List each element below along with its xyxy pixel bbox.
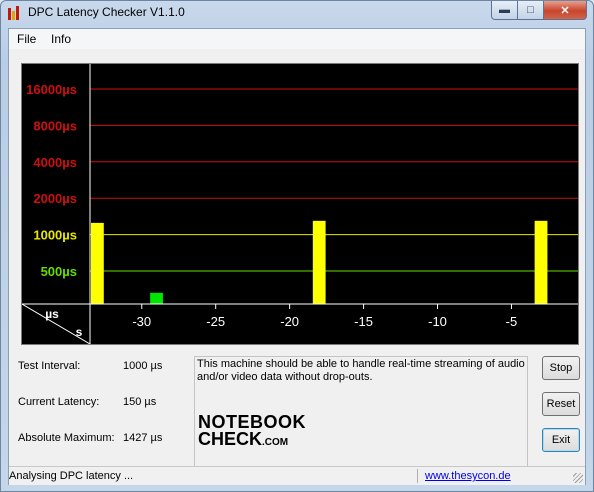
app-window: DPC Latency Checker V1.1.0 ▬ □ ✕ File In… bbox=[0, 0, 594, 492]
status-text: Analysing DPC latency ... bbox=[9, 470, 134, 482]
test-interval-value: 1000 µs bbox=[123, 360, 163, 372]
close-button[interactable]: ✕ bbox=[543, 1, 587, 20]
title-bar[interactable]: DPC Latency Checker V1.1.0 ▬ □ ✕ bbox=[1, 1, 593, 25]
exit-button[interactable]: Exit bbox=[542, 428, 580, 452]
resize-grip-icon[interactable] bbox=[573, 473, 583, 483]
latency-chart-svg: 16000µs 8000µs 4000µs 2000µs 1000µs 500µs µs s -… bbox=[21, 64, 578, 345]
x-tick-label: -25 bbox=[206, 314, 225, 329]
logo-check: CHECK bbox=[198, 429, 263, 449]
result-message: This machine should be able to handle re… bbox=[197, 358, 525, 383]
logo-line2: CHECK.COM bbox=[198, 429, 306, 451]
latency-bar bbox=[312, 220, 326, 304]
y-tick-label: 1000µs bbox=[33, 228, 77, 243]
reset-button[interactable]: Reset bbox=[542, 392, 580, 416]
close-icon: ✕ bbox=[560, 4, 570, 17]
y-tick-label: 2000µs bbox=[33, 191, 77, 206]
menu-bar: File Info bbox=[9, 29, 585, 49]
x-tick-label: -30 bbox=[132, 314, 151, 329]
thesycon-link[interactable]: www.thesycon.de bbox=[425, 470, 511, 482]
y-tick-label: 16000µs bbox=[26, 82, 77, 97]
x-tick-label: -5 bbox=[506, 314, 518, 329]
x-tick-label: -15 bbox=[354, 314, 373, 329]
client-area: File Info 16000µs 8000µs 4000µs 2000µs 1000µ… bbox=[8, 28, 586, 485]
x-tick-label: -10 bbox=[428, 314, 447, 329]
status-bar: Analysing DPC latency ... www.thesycon.d… bbox=[9, 466, 585, 485]
notebookcheck-logo: NOTEBOOK CHECK.COM bbox=[198, 413, 306, 451]
minimize-button[interactable]: ▬ bbox=[491, 1, 518, 20]
minimize-icon: ▬ bbox=[499, 4, 510, 16]
x-unit-label: s bbox=[76, 325, 83, 339]
window-title: DPC Latency Checker V1.1.0 bbox=[28, 5, 185, 19]
latency-bar bbox=[91, 222, 104, 304]
stop-button[interactable]: Stop bbox=[542, 356, 580, 380]
menu-file[interactable]: File bbox=[17, 32, 36, 46]
latency-bar bbox=[150, 292, 163, 304]
current-latency-value: 150 µs bbox=[123, 396, 157, 408]
y-tick-label: 4000µs bbox=[33, 155, 77, 170]
latency-bar bbox=[534, 220, 548, 304]
status-separator bbox=[417, 469, 418, 483]
absolute-maximum-label: Absolute Maximum: bbox=[18, 432, 115, 444]
current-latency-label: Current Latency: bbox=[18, 396, 100, 408]
absolute-maximum-value: 1427 µs bbox=[123, 432, 163, 444]
maximize-icon: □ bbox=[527, 4, 534, 16]
x-tick-label: -20 bbox=[280, 314, 299, 329]
maximize-button[interactable]: □ bbox=[517, 1, 544, 20]
test-interval-label: Test Interval: bbox=[18, 360, 81, 372]
logo-suffix: .COM bbox=[262, 437, 289, 448]
result-message-box: This machine should be able to handle re… bbox=[194, 356, 528, 482]
y-tick-label: 8000µs bbox=[33, 118, 77, 133]
latency-chart: 16000µs 8000µs 4000µs 2000µs 1000µs 500µs µs s -… bbox=[21, 63, 579, 345]
y-unit-label: µs bbox=[45, 307, 59, 321]
menu-info[interactable]: Info bbox=[51, 32, 71, 46]
y-tick-label: 500µs bbox=[41, 264, 77, 279]
app-icon bbox=[8, 6, 22, 20]
